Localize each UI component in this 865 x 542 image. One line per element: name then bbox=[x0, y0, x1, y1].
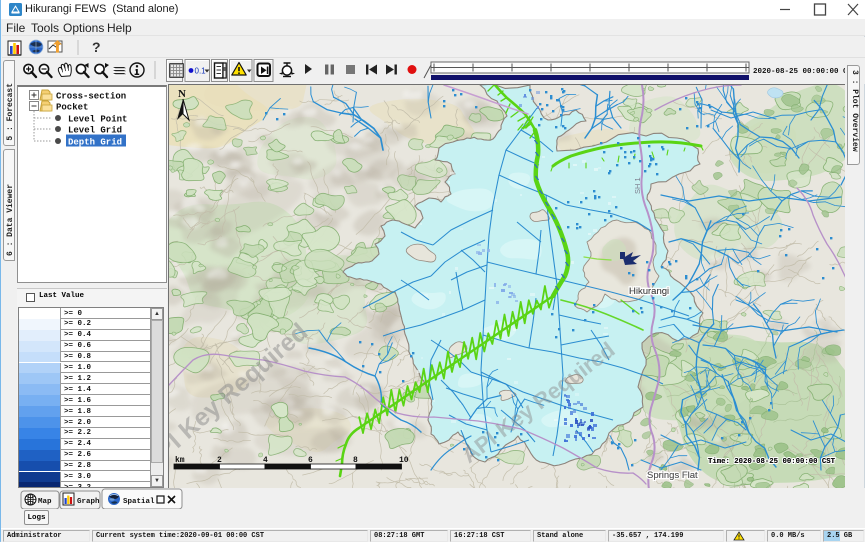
svg-text:N: N bbox=[178, 88, 186, 100]
svg-text:Level Grid: Level Grid bbox=[68, 126, 122, 136]
svg-text:Pocket: Pocket bbox=[56, 103, 88, 113]
svg-text:Cross-section: Cross-section bbox=[56, 92, 126, 102]
svg-text:SH 1: SH 1 bbox=[633, 177, 642, 194]
svg-text:Level Point: Level Point bbox=[68, 115, 127, 125]
svg-text:0.1: 0.1 bbox=[195, 67, 207, 76]
svg-text:?: ? bbox=[92, 39, 101, 55]
svg-text:Springs Flat: Springs Flat bbox=[647, 470, 698, 481]
svg-text:2020-08-25 00:00:00 CST: 2020-08-25 00:00:00 CST bbox=[753, 68, 857, 76]
svg-text:Hikurangi: Hikurangi bbox=[629, 286, 669, 297]
svg-text:Depth Grid: Depth Grid bbox=[68, 138, 122, 148]
svg-text:Graph: Graph bbox=[77, 498, 100, 506]
svg-text:Spatial: Spatial bbox=[123, 498, 155, 506]
svg-text:Map: Map bbox=[38, 498, 52, 506]
svg-text:Time: 2020-08-25 00:00:00 CST: Time: 2020-08-25 00:00:00 CST bbox=[708, 458, 836, 466]
